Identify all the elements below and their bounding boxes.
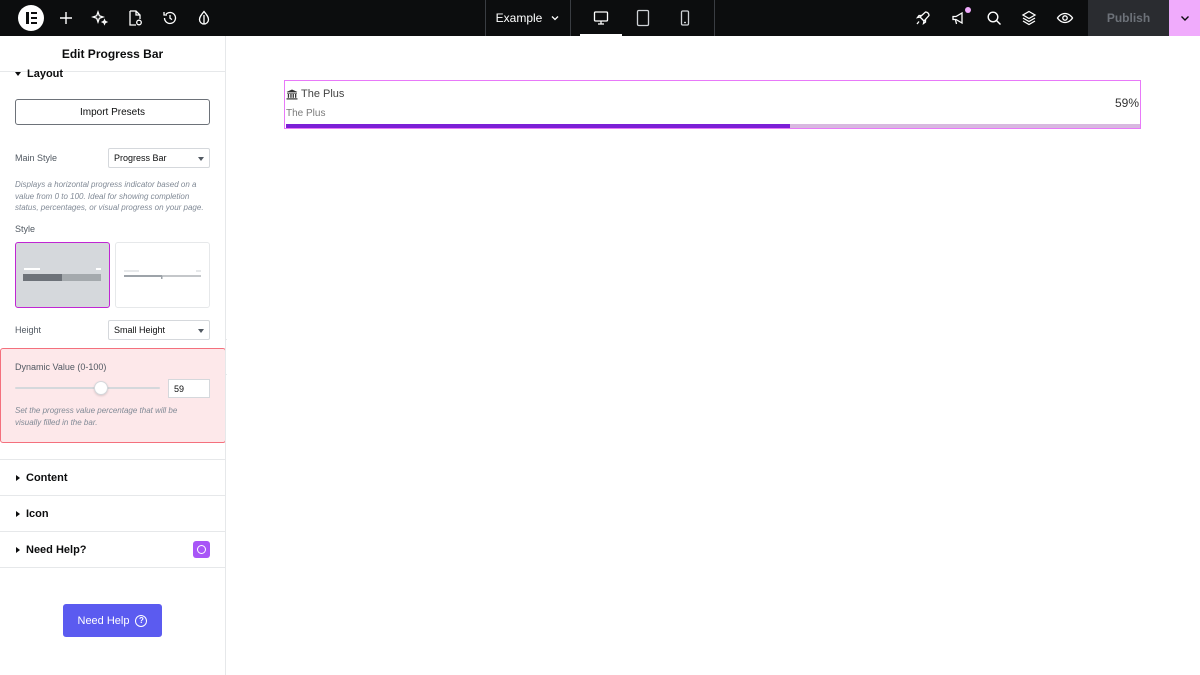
editor-topbar: Example Publish <box>0 0 1200 36</box>
progress-fill <box>286 124 790 128</box>
elementor-logo-icon[interactable] <box>18 5 44 31</box>
need-help-button-label: Need Help <box>77 614 130 627</box>
theme-style-icon[interactable] <box>195 9 213 27</box>
mobile-icon[interactable] <box>664 0 706 36</box>
main-style-description: Displays a horizontal progress indicator… <box>15 180 204 212</box>
chevron-down-icon <box>551 16 559 21</box>
caret-down-icon <box>198 157 204 161</box>
progress-title-text: The Plus <box>301 88 345 100</box>
preview-eye-icon[interactable] <box>1056 9 1074 27</box>
page-settings-icon[interactable] <box>126 9 144 27</box>
style-preview-thin <box>124 270 201 279</box>
import-presets-button[interactable]: Import Presets <box>15 99 210 125</box>
icon-section-label: Icon <box>26 507 49 520</box>
main-style-value: Progress Bar <box>114 153 167 163</box>
document-selector[interactable]: Example <box>487 0 569 36</box>
megaphone-icon[interactable] <box>950 7 971 27</box>
progress-title: The Plus <box>286 88 344 100</box>
layers-icon[interactable] <box>1020 9 1038 27</box>
main-style-label: Main Style <box>15 153 58 163</box>
style-option-1[interactable] <box>15 242 110 308</box>
tablet-icon[interactable] <box>622 0 664 36</box>
sparkle-icon[interactable] <box>91 9 109 27</box>
height-select[interactable]: Small Height <box>108 320 210 340</box>
style-label: Style <box>15 224 36 234</box>
chevron-down-icon <box>1180 16 1189 21</box>
dynamic-value-description: Set the progress value percentage that w… <box>15 406 178 427</box>
dynamic-value-input[interactable]: 59 <box>168 379 210 398</box>
caret-down-icon <box>15 72 21 76</box>
panel-title: Edit Progress Bar <box>0 36 225 72</box>
style-preview-thick <box>23 268 101 281</box>
topbar-divider <box>570 0 571 36</box>
caret-right-icon <box>16 546 20 553</box>
progress-percent: 59% <box>1114 96 1139 110</box>
layout-section-label: Layout <box>27 68 64 80</box>
icon-section-toggle[interactable]: Icon <box>0 495 225 531</box>
rocket-icon[interactable] <box>914 9 932 27</box>
support-badge-icon <box>193 541 210 558</box>
content-section-toggle[interactable]: Content <box>0 459 225 495</box>
height-value: Small Height <box>114 325 166 335</box>
progress-bar-widget[interactable]: The Plus The Plus 59% <box>284 80 1141 129</box>
need-help-section-toggle[interactable]: Need Help? <box>0 531 225 567</box>
plus-icon[interactable] <box>57 9 75 27</box>
main-style-select[interactable]: Progress Bar <box>108 148 210 168</box>
publish-options-button[interactable] <box>1169 0 1200 36</box>
need-help-section-label: Need Help? <box>26 543 87 556</box>
layout-section-toggle[interactable]: Layout <box>15 68 63 80</box>
caret-right-icon <box>16 510 20 517</box>
preview-canvas: The Plus The Plus 59% <box>227 36 1200 675</box>
document-title: Example <box>495 11 543 25</box>
slider-handle[interactable] <box>93 381 108 395</box>
search-icon[interactable] <box>985 9 1003 27</box>
caret-down-icon <box>198 329 204 333</box>
desktop-icon[interactable] <box>580 0 622 36</box>
publish-button[interactable]: Publish <box>1088 0 1169 36</box>
dynamic-value-label: Dynamic Value (0-100) <box>15 362 107 372</box>
history-icon[interactable] <box>161 9 179 27</box>
question-circle-icon: ? <box>135 614 148 627</box>
caret-right-icon <box>16 474 20 481</box>
height-label: Height <box>15 325 42 335</box>
style-option-2[interactable] <box>115 242 210 308</box>
progress-subtitle: The Plus <box>286 108 326 119</box>
notification-dot <box>965 7 971 13</box>
topbar-divider <box>485 0 486 36</box>
progress-track <box>286 124 1140 128</box>
content-section-label: Content <box>26 471 68 484</box>
editor-panel: Edit Progress Bar Layout Import Presets … <box>0 36 226 675</box>
section-divider <box>0 567 225 568</box>
topbar-divider <box>714 0 715 36</box>
need-help-button[interactable]: Need Help ? <box>63 604 162 637</box>
dynamic-value-slider[interactable] <box>15 387 160 389</box>
bank-icon <box>286 89 298 99</box>
